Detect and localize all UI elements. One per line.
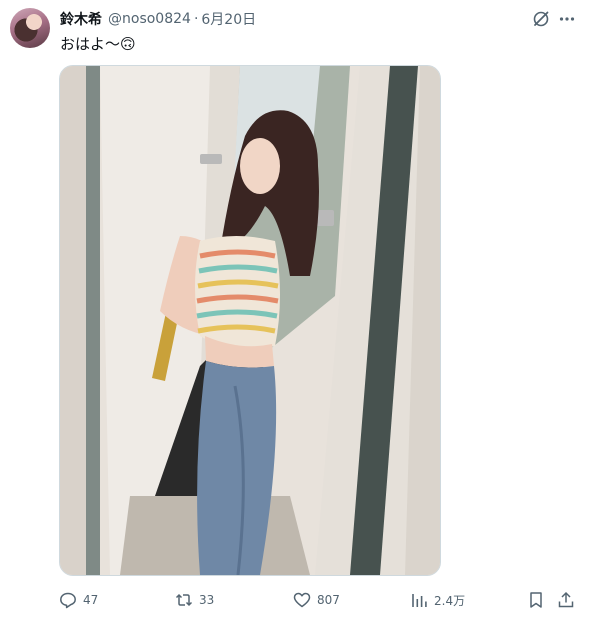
views-count: 2.4万 [434,593,466,608]
repost-button[interactable]: 33 [175,590,214,610]
header-separator: · [193,11,199,27]
reply-button[interactable]: 47 [59,590,98,610]
post-date[interactable]: 6月20日 [201,9,256,29]
share-icon [558,591,574,608]
grok-icon[interactable] [531,9,551,29]
display-name[interactable]: 鈴木希 [60,9,102,29]
reply-count: 47 [83,593,99,607]
photo-illustration [60,66,440,575]
views-icon [412,594,427,607]
action-bar: 47 33 807 2.4万 [0,590,592,610]
tweet-photo[interactable] [59,65,441,576]
user-handle[interactable]: @noso0824 [108,11,191,27]
tweet-header: 鈴木希 @noso0824 · 6月20日 [60,9,256,29]
bookmark-icon [530,592,542,608]
views-button[interactable]: 2.4万 [410,590,465,610]
share-button[interactable] [557,590,575,610]
tweet[interactable]: 鈴木希 @noso0824 · 6月20日 おはよ〜🙃 47 33 807 2.… [0,0,592,619]
reply-icon [60,592,76,609]
repost-icon [175,593,193,607]
bookmark-button[interactable] [527,590,545,610]
more-icon[interactable] [557,9,577,29]
tweet-text: おはよ〜🙃 [60,35,136,53]
like-button[interactable]: 807 [293,590,340,610]
avatar[interactable] [10,8,50,48]
like-count: 807 [317,593,340,607]
like-icon [293,592,311,608]
repost-count: 33 [199,593,215,607]
